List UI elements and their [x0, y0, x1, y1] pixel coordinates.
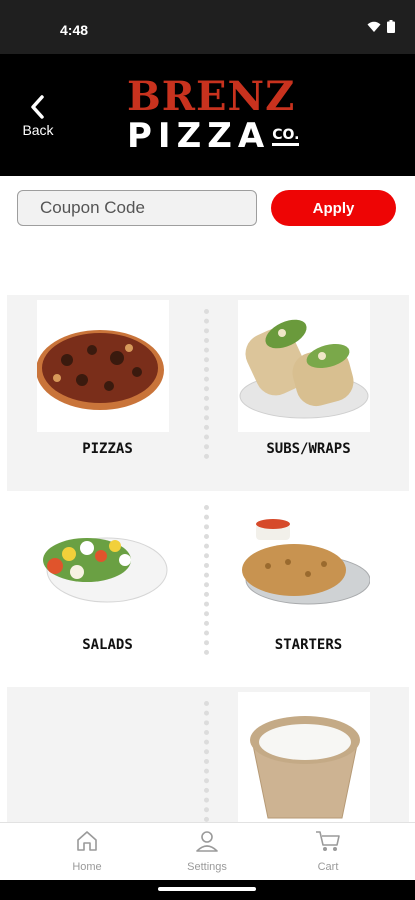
category-tile-subs-wraps[interactable]: SUBS/WRAPS [208, 295, 409, 491]
category-row [7, 687, 409, 822]
user-icon [196, 831, 218, 852]
starter-image [238, 496, 370, 628]
category-label: SUBS/WRAPS [266, 441, 351, 457]
logo-line2: PIZZA [127, 116, 271, 156]
nav-home-label: Home [72, 861, 102, 873]
category-tile-sides[interactable] [208, 687, 409, 822]
apply-coupon-button[interactable]: Apply [271, 190, 396, 226]
nav-cart[interactable]: Cart [283, 829, 373, 873]
wifi-icon [367, 21, 381, 32]
nav-home[interactable]: Home [42, 829, 132, 873]
home-icon [77, 831, 97, 851]
chevron-left-icon [31, 95, 44, 119]
category-row: PIZZAS SUBS/WRAPS [7, 295, 409, 491]
cart-icon [316, 831, 340, 851]
category-tile-empty[interactable] [7, 687, 208, 822]
category-tile-pizzas[interactable]: PIZZAS [7, 295, 208, 491]
dressing-cup-image [238, 692, 370, 822]
app-header: Back BRENZ PIZZA CO. [0, 54, 415, 176]
home-gesture-handle[interactable] [158, 887, 256, 891]
bottom-nav: Home Settings Cart [0, 822, 415, 880]
category-label: SALADS [82, 637, 133, 653]
battery-icon [387, 20, 395, 33]
category-tile-starters[interactable]: STARTERS [208, 491, 409, 687]
logo-suffix: CO. [272, 127, 300, 146]
nav-settings-label: Settings [187, 861, 227, 873]
back-button[interactable]: Back [18, 94, 58, 140]
wrap-image [238, 300, 370, 432]
brand-logo: BRENZ PIZZA CO. [127, 73, 300, 158]
category-label: STARTERS [274, 637, 343, 653]
back-label: Back [22, 122, 54, 138]
logo-line1: BRENZ [127, 73, 296, 120]
category-tile-salads[interactable]: SALADS [7, 491, 208, 687]
nav-cart-label: Cart [317, 861, 339, 873]
category-row: SALADS STARTERS [7, 491, 409, 687]
status-bar: 4:48 [0, 0, 415, 54]
gesture-bar [0, 880, 415, 900]
pizza-image [37, 300, 169, 432]
coupon-code-input[interactable] [17, 190, 257, 226]
status-time: 4:48 [60, 22, 89, 38]
status-icons [367, 20, 395, 33]
salad-image [37, 496, 169, 628]
category-label: PIZZAS [82, 441, 133, 457]
nav-settings[interactable]: Settings [162, 829, 252, 873]
